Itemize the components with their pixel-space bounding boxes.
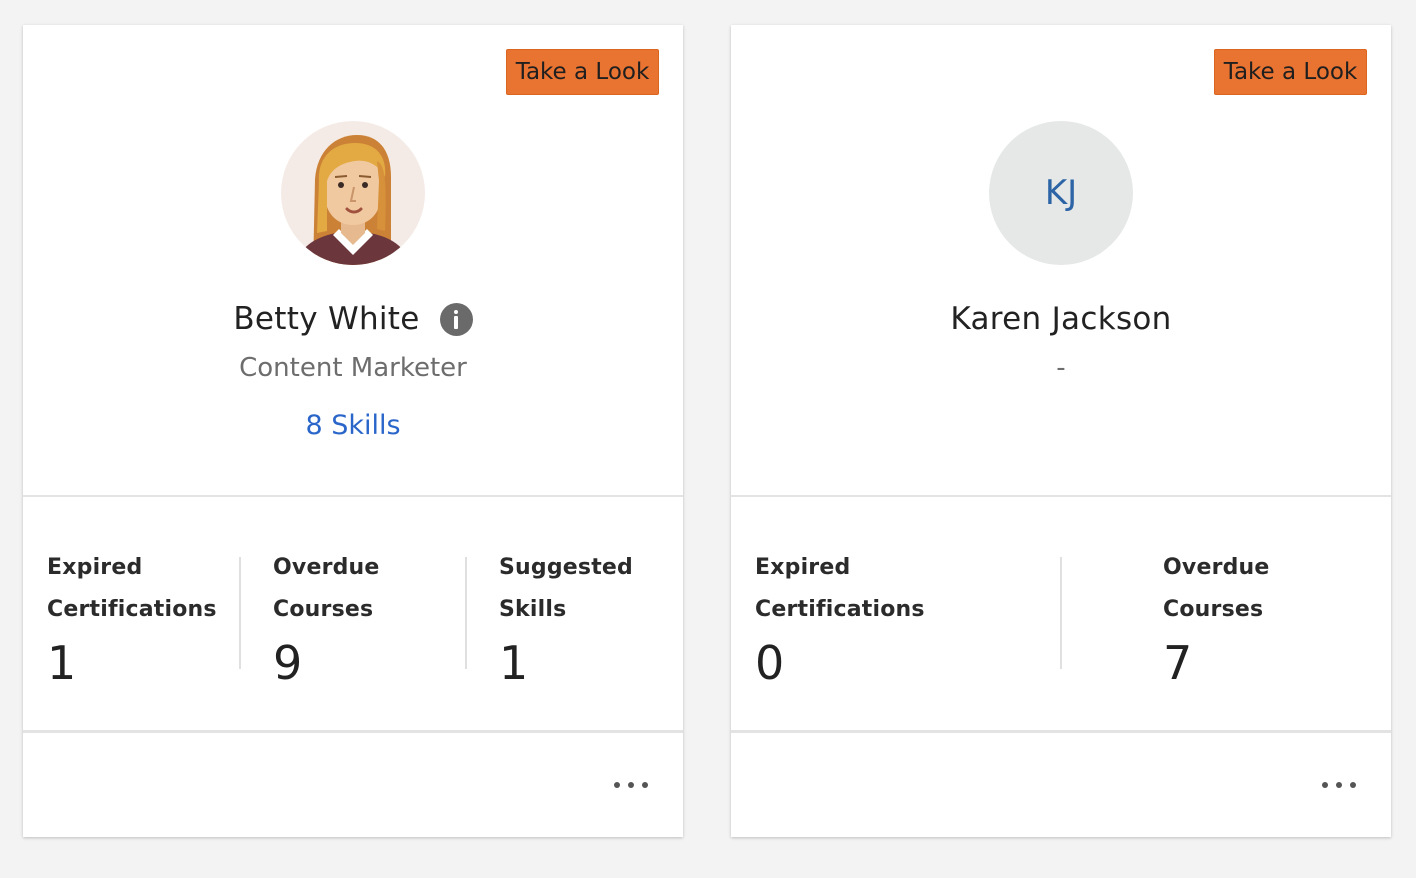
stat-label: Suggested Skills <box>499 555 634 622</box>
divider <box>23 730 683 733</box>
take-a-look-button[interactable]: Take a Look <box>506 49 659 95</box>
stat-overdue-courses: Overdue Courses 7 <box>1163 547 1270 693</box>
stat-suggested-skills: Suggested Skills 1 <box>499 547 633 693</box>
take-a-look-button[interactable]: Take a Look <box>1214 49 1367 95</box>
stat-label: Overdue Courses <box>1163 555 1270 622</box>
stat-value: 7 <box>1163 636 1193 690</box>
more-options-icon[interactable] <box>614 773 648 797</box>
stat-value: 1 <box>499 636 529 690</box>
avatar <box>281 121 425 265</box>
skills-link[interactable]: 8 Skills <box>23 410 683 441</box>
stat-overdue-courses: Overdue Courses 9 <box>273 547 380 693</box>
divider <box>731 495 1391 497</box>
stat-separator <box>465 557 467 669</box>
name-row: Karen Jackson <box>731 297 1391 341</box>
employee-name: Karen Jackson <box>950 301 1172 337</box>
stat-label: Expired Certifications <box>47 555 217 622</box>
divider <box>23 495 683 497</box>
more-options-icon[interactable] <box>1322 773 1356 797</box>
stat-value: 1 <box>47 636 77 690</box>
female-avatar-illustration <box>281 121 425 265</box>
employee-role: Content Marketer <box>239 353 467 383</box>
stat-value: 0 <box>755 636 785 690</box>
name-row: Betty White <box>23 297 683 341</box>
stat-value: 9 <box>273 636 303 690</box>
info-icon[interactable] <box>439 302 473 336</box>
divider <box>731 730 1391 733</box>
stat-separator <box>239 557 241 669</box>
stat-separator <box>1060 557 1062 669</box>
employee-card-karen-jackson: Take a Look KJ Karen Jackson - Expired C… <box>731 25 1391 837</box>
employee-role: - <box>1056 353 1066 383</box>
avatar-initials: KJ <box>989 121 1133 265</box>
stat-label: Overdue Courses <box>273 555 380 622</box>
employee-name: Betty White <box>233 301 420 337</box>
stat-expired-certifications: Expired Certifications 0 <box>755 547 925 693</box>
employee-card-betty-white: Take a Look Betty White Content Marketer… <box>23 25 683 837</box>
stat-expired-certifications: Expired Certifications 1 <box>47 547 217 693</box>
stat-label: Expired Certifications <box>755 555 925 622</box>
